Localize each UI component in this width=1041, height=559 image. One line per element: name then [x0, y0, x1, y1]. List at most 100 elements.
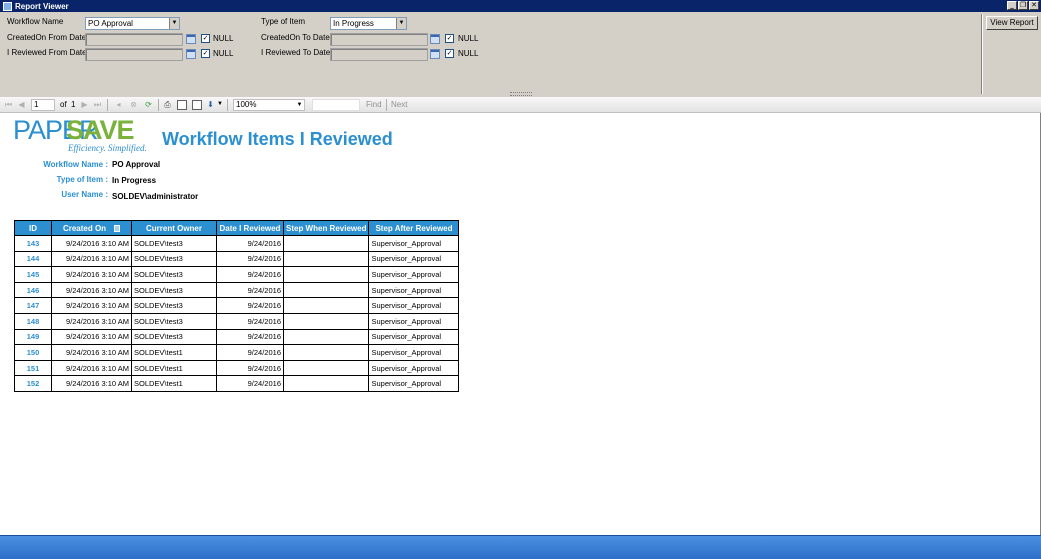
page-setup-icon[interactable] — [192, 100, 202, 110]
info-value-user: SOLDEV\administrator — [112, 192, 199, 201]
created-on-cell: 9/24/2016 3:10 AM — [51, 250, 132, 268]
date-reviewed-cell: 9/24/2016 — [216, 359, 284, 377]
created-to-input[interactable] — [330, 33, 428, 46]
row-id-link[interactable]: 144 — [14, 250, 52, 268]
created-on-cell: 9/24/2016 3:10 AM — [51, 312, 132, 330]
row-id-link[interactable]: 146 — [14, 281, 52, 299]
info-label-workflow: Workflow Name : — [43, 160, 108, 169]
app-icon — [3, 1, 12, 11]
column-header-created-on-label: Created On — [62, 223, 107, 233]
step-after-cell: Supervisor_Approval — [368, 328, 460, 346]
reviewed-to-input[interactable] — [330, 48, 428, 61]
row-id-link[interactable]: 145 — [14, 266, 52, 283]
refresh-icon[interactable]: ⟳ — [144, 100, 153, 109]
page-of-label: of — [60, 100, 67, 109]
chevron-down-icon[interactable]: ▼ — [396, 18, 406, 29]
current-owner-cell: SOLDEV\test3 — [131, 235, 217, 252]
table-row: 150 9/24/2016 3:10 AM SOLDEV\test1 9/24/201… — [14, 344, 460, 361]
splitter-grip[interactable] — [510, 92, 532, 96]
column-header-current-owner[interactable]: Current Owner — [131, 220, 217, 236]
calendar-icon[interactable] — [186, 34, 196, 44]
step-after-cell: Supervisor_Approval — [368, 250, 460, 268]
calendar-icon[interactable] — [430, 49, 440, 59]
restore-icon[interactable]: ❐ — [1018, 1, 1028, 10]
row-id-link[interactable]: 148 — [14, 312, 52, 330]
row-id-link[interactable]: 150 — [14, 344, 52, 361]
next-button[interactable]: Next — [391, 100, 407, 109]
date-reviewed-cell: 9/24/2016 — [216, 281, 284, 299]
workflow-name-select[interactable]: PO Approval ▼ — [85, 17, 180, 30]
type-of-item-select[interactable]: In Progress ▼ — [330, 17, 407, 30]
column-header-created-on[interactable]: Created On — [51, 220, 132, 236]
last-page-icon[interactable]: ⏭ — [93, 100, 102, 109]
reviewed-to-null-checkbox[interactable]: ✓ — [445, 49, 454, 58]
chevron-down-icon[interactable]: ▼ — [169, 18, 179, 29]
page-total: 1 — [71, 100, 76, 109]
export-icon[interactable]: ⬇ — [206, 100, 215, 109]
current-owner-cell: SOLDEV\test3 — [131, 328, 217, 346]
stop-icon[interactable]: ⊗ — [129, 100, 138, 109]
row-id-link[interactable]: 151 — [14, 359, 52, 377]
created-from-label: CreatedOn From Date — [7, 33, 87, 42]
step-when-cell — [282, 235, 370, 252]
find-input[interactable] — [312, 99, 360, 111]
row-id-link[interactable]: 152 — [14, 375, 52, 392]
column-header-date-reviewed[interactable]: Date I Reviewed — [216, 220, 284, 236]
created-on-cell: 9/24/2016 3:10 AM — [51, 297, 132, 314]
calendar-icon[interactable] — [430, 34, 440, 44]
page-number-input[interactable]: 1 — [31, 99, 55, 111]
status-bar — [0, 535, 1041, 559]
info-label-user: User Name : — [61, 190, 108, 199]
workflow-name-value: PO Approval — [88, 19, 133, 28]
date-reviewed-cell: 9/24/2016 — [216, 328, 284, 346]
created-on-cell: 9/24/2016 3:10 AM — [51, 281, 132, 299]
current-owner-cell: SOLDEV\test3 — [131, 281, 217, 299]
find-button[interactable]: Find — [366, 100, 382, 109]
null-label: NULL — [458, 49, 479, 58]
row-id-link[interactable]: 147 — [14, 297, 52, 314]
table-row: 144 9/24/2016 3:10 AM SOLDEV\test3 9/24/201… — [14, 250, 460, 268]
null-label: NULL — [458, 34, 479, 43]
next-page-icon[interactable]: ▶ — [80, 100, 89, 109]
step-when-cell — [282, 250, 370, 268]
minimize-icon[interactable]: _ — [1007, 1, 1017, 10]
table-row: 149 9/24/2016 3:10 AM SOLDEV\test3 9/24/201… — [14, 328, 460, 346]
date-reviewed-cell: 9/24/2016 — [216, 375, 284, 392]
row-id-link[interactable]: 143 — [14, 235, 52, 252]
workflow-name-label: Workflow Name — [7, 17, 64, 26]
calendar-icon[interactable] — [186, 49, 196, 59]
view-report-button[interactable]: View Report — [986, 16, 1038, 30]
reviewed-from-input[interactable] — [85, 48, 183, 61]
print-icon[interactable]: ⎙ — [163, 100, 172, 109]
type-of-item-label: Type of Item — [261, 17, 306, 26]
column-header-id[interactable]: ID — [14, 220, 52, 236]
created-from-null-checkbox[interactable]: ✓ — [201, 34, 210, 43]
current-owner-cell: SOLDEV\test3 — [131, 297, 217, 314]
chevron-down-icon[interactable]: ▼ — [217, 101, 223, 107]
title-bar: Report Viewer _ ❐ ✕ — [0, 0, 1041, 12]
close-icon[interactable]: ✕ — [1029, 1, 1039, 10]
first-page-icon[interactable]: ⏮ — [4, 100, 13, 109]
toolbar-separator — [107, 99, 108, 111]
step-after-cell: Supervisor_Approval — [368, 344, 460, 361]
step-after-cell: Supervisor_Approval — [368, 281, 460, 299]
logo-save: SAVE — [66, 115, 135, 145]
chevron-down-icon[interactable]: ▼ — [295, 100, 304, 110]
previous-page-icon[interactable]: ◀ — [17, 100, 26, 109]
toolbar-separator — [158, 99, 159, 111]
created-on-cell: 9/24/2016 3:10 AM — [51, 328, 132, 346]
reviewed-from-null-checkbox[interactable]: ✓ — [201, 49, 210, 58]
row-id-link[interactable]: 149 — [14, 328, 52, 346]
zoom-select[interactable]: 100% ▼ — [233, 99, 305, 111]
window-controls: _ ❐ ✕ — [1007, 1, 1039, 10]
column-header-step-when[interactable]: Step When Reviewed — [282, 220, 370, 236]
created-from-input[interactable] — [85, 33, 183, 46]
back-icon[interactable]: ◂ — [114, 100, 123, 109]
step-when-cell — [282, 375, 370, 392]
sort-icon[interactable] — [114, 224, 121, 232]
created-to-null-checkbox[interactable]: ✓ — [445, 34, 454, 43]
print-layout-icon[interactable] — [177, 100, 187, 110]
created-on-cell: 9/24/2016 3:10 AM — [51, 235, 132, 252]
date-reviewed-cell: 9/24/2016 — [216, 266, 284, 283]
column-header-step-after[interactable]: Step After Reviewed — [368, 220, 460, 236]
